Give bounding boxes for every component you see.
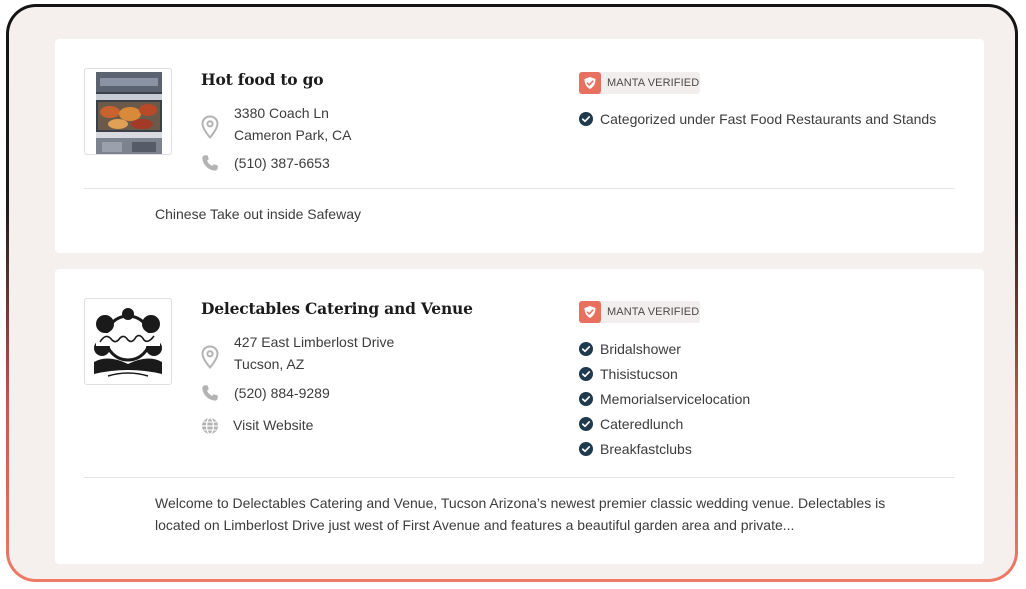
map-pin-icon [201, 115, 219, 139]
category-item: Memorialservicelocation [579, 389, 750, 414]
check-circle-icon [579, 442, 593, 456]
category-label: Cateredlunch [600, 416, 684, 432]
check-circle-icon [579, 112, 593, 126]
verified-badge-label: MANTA VERIFIED [607, 306, 700, 318]
verified-badge-label: MANTA VERIFIED [607, 77, 700, 89]
address: 427 East Limberlost Drive Tucson, AZ [234, 331, 394, 375]
shield-check-icon [579, 301, 601, 323]
results-panel: Hot food to go 3380 Coach Ln Cameron Par… [6, 4, 1018, 582]
check-circle-icon [579, 392, 593, 406]
address: 3380 Coach Ln Cameron Park, CA [234, 102, 351, 146]
address-line-1: 3380 Coach Ln [234, 105, 329, 121]
address-line-2: Cameron Park, CA [234, 127, 352, 143]
globe-icon [202, 417, 218, 435]
delectables-logo [88, 302, 168, 381]
phone-icon [202, 385, 218, 401]
listing-photo[interactable] [84, 68, 172, 155]
category-item: Breakfastclubs [579, 439, 750, 464]
listing-card[interactable]: Delectables Catering and Venue 427 East … [55, 269, 984, 564]
check-circle-icon [579, 342, 593, 356]
phone-icon [202, 155, 218, 171]
business-description: Welcome to Delectables Catering and Venu… [155, 495, 886, 533]
check-circle-icon [579, 367, 593, 381]
business-name[interactable]: Hot food to go [201, 70, 324, 89]
map-pin-icon [201, 345, 219, 369]
phone-number[interactable]: (520) 884-9289 [234, 385, 330, 401]
category-label: Bridalshower [600, 341, 681, 357]
category-item: Bridalshower [579, 339, 750, 364]
address-line-1: 427 East Limberlost Drive [234, 334, 395, 350]
category-list: Categorized under Fast Food Restaurants … [579, 109, 936, 134]
shield-check-icon [579, 72, 601, 94]
category-list: Bridalshower Thisistucson Memorialservic… [579, 339, 750, 464]
phone-number[interactable]: (510) 387-6653 [234, 155, 330, 171]
business-description: Chinese Take out inside Safeway [155, 206, 361, 222]
check-circle-icon [579, 417, 593, 431]
category-label: Thisistucson [600, 366, 678, 382]
category-label: Memorialservicelocation [600, 391, 751, 407]
category-item: Thisistucson [579, 364, 750, 389]
category-label: Breakfastclubs [600, 441, 692, 457]
divider [84, 477, 955, 478]
listing-card[interactable]: Hot food to go 3380 Coach Ln Cameron Par… [55, 39, 984, 253]
category-item: Categorized under Fast Food Restaurants … [579, 109, 936, 134]
business-name[interactable]: Delectables Catering and Venue [201, 299, 473, 318]
divider [84, 188, 955, 189]
verified-badge: MANTA VERIFIED [579, 301, 700, 323]
category-item: Cateredlunch [579, 414, 750, 439]
category-label: Categorized under Fast Food Restaurants … [600, 111, 937, 127]
verified-badge: MANTA VERIFIED [579, 72, 700, 94]
address-line-2: Tucson, AZ [234, 356, 305, 372]
visit-website-link[interactable]: Visit Website [233, 417, 313, 433]
listing-logo[interactable] [84, 298, 172, 385]
